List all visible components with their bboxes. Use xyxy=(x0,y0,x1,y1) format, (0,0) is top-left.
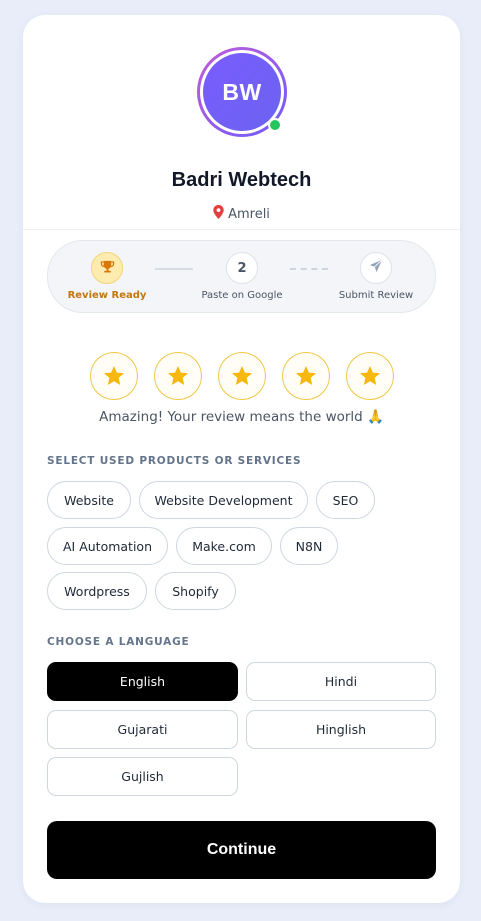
star-5-button[interactable] xyxy=(346,352,394,400)
star-icon xyxy=(296,366,316,385)
step-review-ready: Review Ready xyxy=(57,252,157,301)
rating-message: Amazing! Your review means the world 🙏 xyxy=(99,409,384,425)
star-3-button[interactable] xyxy=(218,352,266,400)
language-english-button[interactable]: English xyxy=(47,662,238,701)
star-icon xyxy=(168,366,188,385)
trophy-icon xyxy=(100,259,115,278)
language-hinglish-button[interactable]: Hinglish xyxy=(246,710,436,749)
avatar: BW xyxy=(197,47,287,137)
chip-seo[interactable]: SEO xyxy=(316,481,375,519)
step-1-circle xyxy=(91,252,123,284)
send-icon xyxy=(369,259,383,277)
business-name: Badri Webtech xyxy=(171,169,312,191)
star-1-button[interactable] xyxy=(90,352,138,400)
language-heading: CHOOSE A LANGUAGE xyxy=(47,636,190,648)
star-icon xyxy=(360,366,380,385)
step-paste-on-google: 2 Paste on Google xyxy=(192,252,292,301)
language-gujlish-button[interactable]: Gujlish xyxy=(47,757,238,796)
progress-stepper: Review Ready 2 Paste on Google Submit Re… xyxy=(47,240,436,313)
location: Amreli xyxy=(23,205,460,223)
chip-website[interactable]: Website xyxy=(47,481,131,519)
header-divider xyxy=(23,229,460,230)
language-gujarati-button[interactable]: Gujarati xyxy=(47,710,238,749)
chip-website-development[interactable]: Website Development xyxy=(139,481,308,519)
step-submit-review: Submit Review xyxy=(326,252,426,301)
step-2-circle: 2 xyxy=(226,252,258,284)
chip-n8n[interactable]: N8N xyxy=(280,527,338,565)
location-text: Amreli xyxy=(228,206,270,222)
step-connector-2 xyxy=(290,268,328,270)
step-2-label: Paste on Google xyxy=(201,290,283,301)
chip-make-com[interactable]: Make.com xyxy=(176,527,272,565)
language-hindi-button[interactable]: Hindi xyxy=(246,662,436,701)
step-3-circle xyxy=(360,252,392,284)
step-1-label: Review Ready xyxy=(67,290,147,301)
chip-ai-automation[interactable]: AI Automation xyxy=(47,527,168,565)
map-pin-icon xyxy=(213,205,224,223)
star-4-button[interactable] xyxy=(282,352,330,400)
step-3-label: Submit Review xyxy=(338,290,414,301)
chip-shopify[interactable]: Shopify xyxy=(155,572,236,610)
review-card: BW Badri Webtech Amreli Review Ready 2 P… xyxy=(23,15,460,903)
chip-wordpress[interactable]: Wordpress xyxy=(47,572,147,610)
star-icon xyxy=(232,366,252,385)
star-rating xyxy=(90,352,394,400)
star-icon xyxy=(104,366,124,385)
products-heading: SELECT USED PRODUCTS OR SERVICES xyxy=(47,455,302,467)
online-status-dot xyxy=(268,118,282,132)
step-connector-1 xyxy=(155,268,193,270)
star-2-button[interactable] xyxy=(154,352,202,400)
continue-button[interactable]: Continue xyxy=(47,821,436,879)
